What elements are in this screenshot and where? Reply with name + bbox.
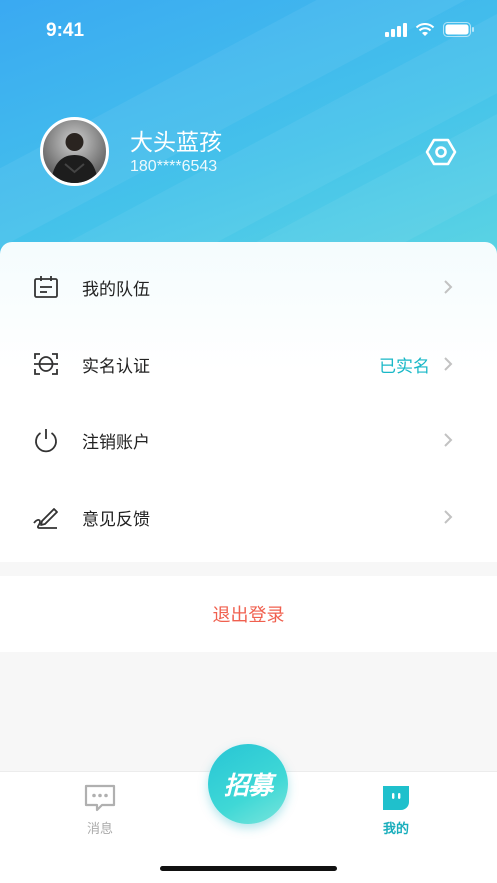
tab-messages[interactable]: 消息 xyxy=(60,784,140,837)
chevron-right-icon xyxy=(444,433,453,447)
chevron-right-icon xyxy=(444,280,453,294)
chevron-right-icon xyxy=(444,510,453,524)
mine-icon xyxy=(383,786,409,810)
user-phone: 180****6543 xyxy=(130,158,218,175)
user-name: 大头蓝孩 xyxy=(130,130,222,156)
menu-card: 我的队伍 实名认证 已实名 注销账户 意见反馈 xyxy=(0,242,497,562)
logout-button[interactable]: 退出登录 xyxy=(0,576,497,652)
user-avatar-photo xyxy=(51,133,98,183)
verification-status: 已实名 xyxy=(379,356,430,377)
avatar[interactable] xyxy=(40,117,109,186)
menu-item-label: 意见反馈 xyxy=(82,509,150,530)
tab-mine[interactable]: 我的 xyxy=(356,784,436,837)
battery-icon xyxy=(443,22,474,37)
menu-item-real-name-verification[interactable]: 实名认证 已实名 xyxy=(0,326,497,402)
pen-feedback-icon xyxy=(33,508,58,529)
recruit-label: 招募 xyxy=(223,771,273,800)
logout-label: 退出登录 xyxy=(212,605,285,626)
signal-icon xyxy=(385,22,407,37)
team-calendar-icon xyxy=(34,276,58,298)
menu-item-label: 实名认证 xyxy=(82,356,150,377)
status-icons xyxy=(385,22,475,37)
message-icon xyxy=(84,784,116,812)
menu-item-feedback[interactable]: 意见反馈 xyxy=(0,479,497,555)
wifi-icon xyxy=(415,22,435,36)
tab-label: 我的 xyxy=(382,822,409,837)
chevron-right-icon xyxy=(444,357,453,371)
menu-item-my-team[interactable]: 我的队伍 xyxy=(0,249,497,325)
status-bar: 9:41 xyxy=(0,0,497,64)
status-time: 9:41 xyxy=(46,20,85,41)
menu-item-label: 我的队伍 xyxy=(82,279,150,300)
face-scan-icon xyxy=(34,353,58,375)
recruit-button[interactable]: 招募 xyxy=(208,744,288,824)
home-indicator xyxy=(160,866,337,871)
settings-button[interactable] xyxy=(424,135,458,169)
power-icon xyxy=(35,429,57,453)
tab-label: 消息 xyxy=(86,822,113,837)
hexagon-settings-icon xyxy=(425,138,457,166)
menu-item-cancel-account[interactable]: 注销账户 xyxy=(0,402,497,478)
menu-item-label: 注销账户 xyxy=(82,432,150,453)
